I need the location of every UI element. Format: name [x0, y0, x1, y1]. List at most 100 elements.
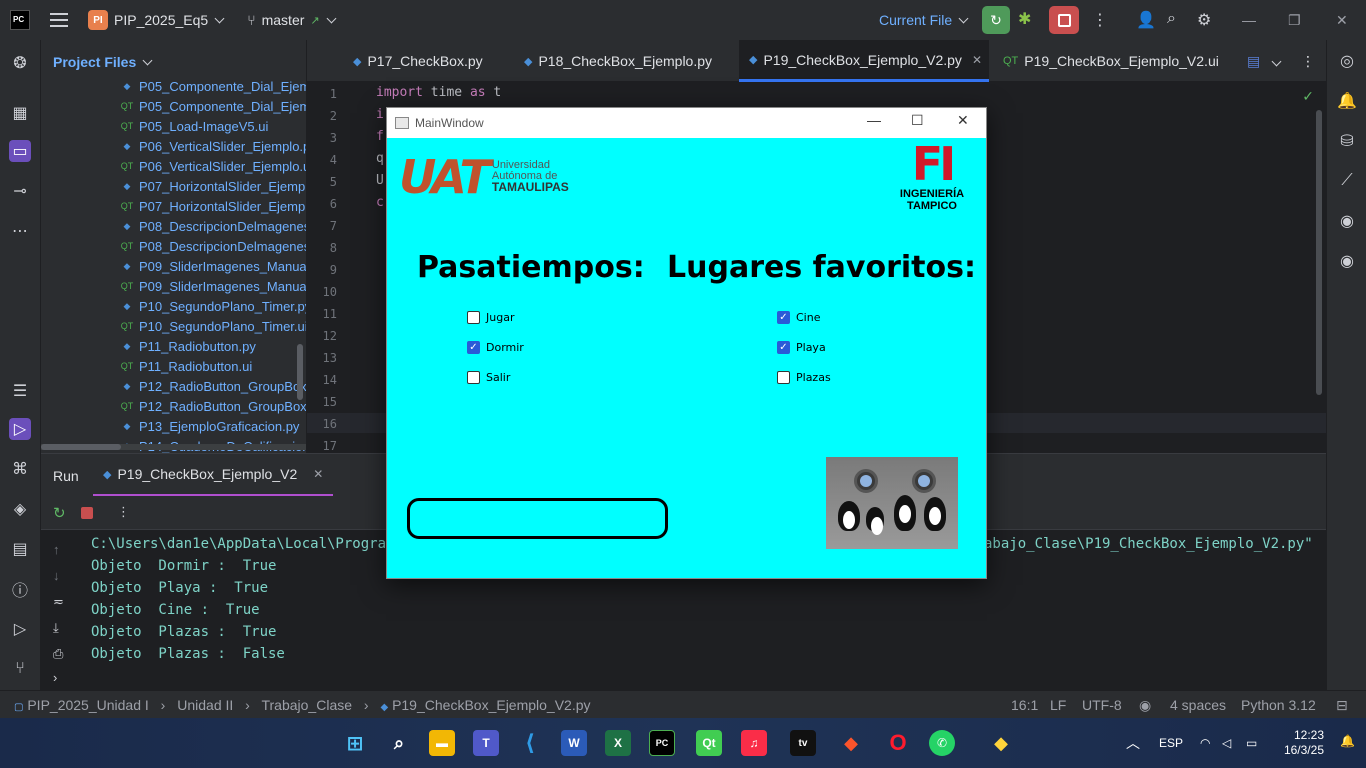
tab-p17[interactable]: ◆ P17_CheckBox.py	[343, 40, 493, 82]
services-icon[interactable]: ▷	[9, 618, 31, 640]
project-file-item[interactable]: ◆ P09_SliderImagenes_Manual.py	[119, 256, 306, 276]
project-badge[interactable]: PI	[88, 10, 108, 30]
terminal-icon[interactable]: ▤	[9, 538, 31, 560]
whatsapp-icon[interactable]: ✆	[929, 730, 955, 756]
project-file-item[interactable]: QT P05_Componente_Dial_Ejemplo.ui	[119, 96, 306, 116]
project-file-item[interactable]: ◆ P06_VerticalSlider_Ejemplo.py	[119, 136, 306, 156]
excel-icon[interactable]: X	[605, 730, 631, 756]
python-packages-icon[interactable]: ⌘	[9, 458, 31, 480]
vscode-icon[interactable]: ⟨	[517, 730, 543, 756]
close-tab-icon[interactable]: ✕	[972, 53, 982, 67]
project-file-item[interactable]: ◆ P11_Radiobutton.py	[119, 336, 256, 356]
more-icon[interactable]: ⋮	[117, 504, 130, 520]
sciview-icon[interactable]: ⟋	[1336, 170, 1358, 192]
project-folder-icon[interactable]: ▭	[9, 140, 31, 162]
windows-start-icon[interactable]: ⊞	[342, 730, 368, 756]
close-tab-icon[interactable]: ✕	[313, 467, 323, 481]
settings-gear-icon[interactable]: ⚙	[1197, 10, 1211, 30]
project-file-item[interactable]: QT P10_SegundoPlano_Timer.ui	[119, 316, 306, 336]
project-file-item[interactable]: ◆ P07_HorizontalSlider_Ejemplo.py	[119, 176, 306, 196]
todo-list-icon[interactable]: ☰	[9, 380, 31, 402]
apple-tv-icon[interactable]: tv	[790, 730, 816, 756]
branch-selector[interactable]: ⑂ master ↗	[247, 12, 337, 28]
checkbox-unchecked-icon[interactable]	[467, 311, 480, 324]
qt-window-titlebar[interactable]: MainWindow — ☐ ✕	[387, 108, 986, 138]
search-icon[interactable]: ⌕	[386, 730, 412, 756]
chevron-down-icon[interactable]	[214, 13, 225, 23]
tab-p19-ui[interactable]: QT P19_CheckBox_Ejemplo_V2.ui	[993, 40, 1229, 82]
lock-icon[interactable]: ⊟	[1336, 697, 1348, 714]
checkbox-checked-icon[interactable]: ✓	[467, 341, 480, 354]
python-icon[interactable]: ◆	[988, 730, 1014, 756]
restore-icon[interactable]: ❐	[1288, 12, 1301, 29]
search-icon[interactable]: ⌕	[1167, 10, 1176, 28]
battery-icon[interactable]: ▭	[1246, 736, 1257, 750]
rerun-button[interactable]: ↻	[982, 6, 1010, 34]
checkbox-checked-icon[interactable]: ✓	[777, 311, 790, 324]
project-file-item[interactable]: QT P08_DescripcionDelmagenes.ui	[119, 236, 306, 256]
tab-p19-py[interactable]: ◆ P19_CheckBox_Ejemplo_V2.py ✕	[739, 40, 989, 82]
hobby-checkbox[interactable]: Jugar	[467, 311, 514, 324]
breadcrumb-item[interactable]: Trabajo_Clase	[261, 697, 352, 713]
maximize-icon[interactable]: ☐	[911, 112, 924, 129]
project-name[interactable]: PIP_2025_Eq5	[114, 12, 208, 28]
place-checkbox[interactable]: Plazas	[777, 371, 831, 384]
close-icon[interactable]: ✕	[1336, 12, 1348, 29]
rerun-icon[interactable]: ↻	[53, 504, 66, 522]
teams-icon[interactable]: T	[473, 730, 499, 756]
music-icon[interactable]: ♫	[741, 730, 767, 756]
expand-icon[interactable]: ›	[53, 670, 57, 685]
close-icon[interactable]: ✕	[957, 112, 969, 129]
more-icon[interactable]: ⋮	[1092, 10, 1108, 30]
copilot-status-icon[interactable]: ◉	[1139, 697, 1151, 714]
brave-icon[interactable]: ◆	[838, 730, 864, 756]
hobby-checkbox[interactable]: Salir	[467, 371, 510, 384]
ai-assistant-icon[interactable]: ◎	[1336, 50, 1358, 72]
clock[interactable]: 12:23 16/3/25	[1282, 728, 1324, 758]
tab-p18[interactable]: ◆ P18_CheckBox_Ejemplo.py	[514, 40, 722, 82]
checkbox-unchecked-icon[interactable]	[467, 371, 480, 384]
language-indicator[interactable]: ESP	[1159, 736, 1183, 750]
debug-icon[interactable]: ✱	[1018, 9, 1031, 29]
vertical-scrollbar[interactable]	[297, 344, 303, 400]
stop-icon[interactable]	[81, 507, 93, 519]
file-encoding[interactable]: UTF-8	[1082, 697, 1122, 713]
problems-icon[interactable]: ⓘ	[9, 578, 31, 600]
project-file-item[interactable]: ◆ P05_Componente_Dial_Ejemplo.py	[119, 76, 306, 96]
result-text-field[interactable]	[407, 498, 668, 539]
place-checkbox[interactable]: ✓ Playa	[777, 341, 826, 354]
copilot-icon[interactable]: ◉	[1336, 210, 1358, 232]
notifications-icon[interactable]: 🔔	[1336, 90, 1358, 112]
hobby-checkbox[interactable]: ✓ Dormir	[467, 341, 524, 354]
add-user-icon[interactable]: 👤	[1136, 10, 1156, 30]
run-tab-p19[interactable]: ◆ P19_CheckBox_Ejemplo_V2 ✕	[93, 454, 334, 496]
indent-setting[interactable]: 4 spaces	[1170, 697, 1226, 713]
print-icon[interactable]: ⎙	[53, 646, 63, 662]
breadcrumb-item[interactable]: P19_CheckBox_Ejemplo_V2.py	[392, 697, 590, 713]
volume-icon[interactable]: ◁	[1222, 736, 1231, 750]
main-menu-icon[interactable]	[50, 13, 68, 27]
checkbox-unchecked-icon[interactable]	[777, 371, 790, 384]
editor-scrollbar[interactable]	[1316, 110, 1322, 395]
project-file-item[interactable]: ◆ P13_EjemploGraficacion.py	[119, 416, 300, 436]
scroll-down-icon[interactable]: ↓	[53, 568, 60, 583]
project-file-item[interactable]: ◆ P08_DescripcionDelmagenes.py	[119, 216, 306, 236]
cursor-position[interactable]: 16:1	[1011, 697, 1038, 713]
scroll-to-end-icon[interactable]: ⤓	[53, 620, 59, 636]
project-file-item[interactable]: QT P07_HorizontalSlider_Ejemplo.ui	[119, 196, 306, 216]
project-file-item[interactable]: QT P09_SliderImagenes_Manual.ui	[119, 276, 306, 296]
line-ending[interactable]: LF	[1050, 697, 1066, 713]
project-file-item[interactable]: ◆ P10_SegundoPlano_Timer.py	[119, 296, 306, 316]
more-tools-icon[interactable]: ⋯	[9, 220, 31, 242]
scroll-up-icon[interactable]: ↑	[53, 542, 60, 557]
project-file-item[interactable]: QT P12_RadioButton_GroupBox.ui	[119, 396, 306, 416]
tray-overflow-icon[interactable]: ︿	[1126, 733, 1140, 753]
stop-button[interactable]	[1049, 6, 1079, 34]
breadcrumb-item[interactable]: PIP_2025_Unidad I	[27, 697, 148, 713]
project-file-item[interactable]: ◆ P12_RadioButton_GroupBox.py	[119, 376, 306, 396]
breadcrumb-item[interactable]: Unidad II	[177, 697, 233, 713]
wifi-icon[interactable]: ◠	[1200, 736, 1210, 750]
run-tool-icon[interactable]: ▷	[9, 418, 31, 440]
word-icon[interactable]: W	[561, 730, 587, 756]
project-file-item[interactable]: QT P11_Radiobutton.ui	[119, 356, 253, 376]
